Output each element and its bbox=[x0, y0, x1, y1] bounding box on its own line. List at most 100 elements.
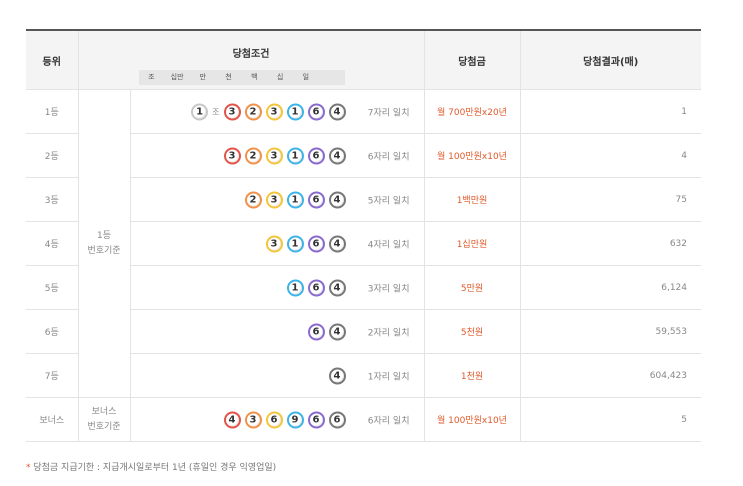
ball-group: 164 bbox=[283, 279, 346, 296]
condition-cell: 3 1 6 4 4자리 일치 bbox=[130, 221, 425, 266]
basis-cell: 보너스번호기준 bbox=[78, 397, 131, 442]
result-cell: 75 bbox=[520, 177, 701, 222]
condition-cell: 4 1자리 일치 bbox=[130, 353, 425, 398]
rank-cell: 3등 bbox=[26, 177, 79, 222]
match-count: 4자리 일치 bbox=[367, 240, 410, 250]
condition-cell: 4 3 6 9 6 6 6자리 일치 bbox=[130, 397, 425, 442]
result-cell: 1 bbox=[520, 89, 701, 134]
lottery-ball: 1 bbox=[191, 103, 209, 120]
result-cell: 59,553 bbox=[520, 309, 701, 354]
lottery-ball: 6 bbox=[307, 103, 325, 120]
lottery-ball: 4 bbox=[223, 411, 241, 428]
result-cell: 5 bbox=[520, 397, 701, 442]
lottery-ball: 1 bbox=[286, 147, 304, 164]
lottery-ball: 4 bbox=[328, 103, 346, 120]
lottery-ball: 6 bbox=[307, 323, 325, 340]
prize-cell: 5천원 bbox=[424, 309, 521, 354]
lottery-ball: 6 bbox=[307, 411, 325, 428]
lottery-ball: 6 bbox=[307, 235, 325, 252]
ball-group: 4 bbox=[325, 367, 346, 384]
lottery-ball: 6 bbox=[265, 411, 283, 428]
match-count: 6자리 일치 bbox=[367, 416, 410, 426]
prize-cell: 월 100만원x10년 bbox=[424, 133, 521, 178]
basis-line: 번호기준 bbox=[87, 245, 121, 256]
ball-group: 3164 bbox=[262, 235, 346, 252]
header-prize: 당첨금 bbox=[424, 30, 521, 90]
condition-cell: 3 2 3 1 6 4 6자리 일치 bbox=[130, 133, 425, 178]
result-cell: 6,124 bbox=[520, 265, 701, 310]
prize-cell: 월 100만원x10년 bbox=[424, 397, 521, 442]
lottery-ball: 2 bbox=[244, 103, 262, 120]
lottery-ball: 3 bbox=[223, 147, 241, 164]
result-cell: 632 bbox=[520, 221, 701, 266]
rank-cell: 2등 bbox=[26, 133, 79, 178]
rank-cell: 보너스 bbox=[26, 397, 79, 442]
lottery-ball: 4 bbox=[328, 323, 346, 340]
prize-cell: 1천원 bbox=[424, 353, 521, 398]
match-count: 6자리 일치 bbox=[367, 152, 410, 162]
lottery-ball: 1 bbox=[286, 235, 304, 252]
lottery-ball: 3 bbox=[265, 235, 283, 252]
match-count: 7자리 일치 bbox=[367, 108, 410, 118]
table-row: 1등 1등 번호기준 1 조 3 2 3 1 6 4 7자리 일치 월 700만원x20년 1 bbox=[26, 89, 701, 398]
lottery-ball: 3 bbox=[265, 191, 283, 208]
basis-cell: 1등번호기준 bbox=[78, 89, 131, 398]
match-count: 2자리 일치 bbox=[367, 328, 410, 338]
digit-label: 천 bbox=[225, 73, 232, 81]
lottery-ball: 4 bbox=[328, 367, 346, 384]
lottery-ball: 3 bbox=[265, 147, 283, 164]
lottery-ball: 4 bbox=[328, 147, 346, 164]
match-count: 1자리 일치 bbox=[367, 372, 410, 382]
prize-cell: 1백만원 bbox=[424, 177, 521, 222]
digit-label: 만 bbox=[199, 73, 207, 81]
digit-label: 조 bbox=[148, 73, 155, 81]
condition-cell: 1 6 4 3자리 일치 bbox=[130, 265, 425, 310]
rank-cell: 1등 bbox=[26, 89, 79, 134]
rank-cell: 4등 bbox=[26, 221, 79, 266]
header-condition: 당첨조건 조 십만 만 천 백 십 일 bbox=[78, 30, 425, 90]
lottery-ball: 6 bbox=[307, 279, 325, 296]
note-text: 당첨금 지급기한 : 지급개시일로부터 1년 (휴일인 경우 익영업일) bbox=[30, 463, 277, 473]
basis-line: 1등 bbox=[96, 230, 111, 241]
jo-label: 조 bbox=[212, 107, 220, 116]
lottery-ball: 4 bbox=[328, 279, 346, 296]
condition-cell: 2 3 1 6 4 5자리 일치 bbox=[130, 177, 425, 222]
digit-place-labels: 조 십만 만 천 백 십 일 bbox=[138, 70, 345, 85]
lottery-ball: 3 bbox=[265, 103, 283, 120]
digit-label: 일 bbox=[302, 73, 310, 81]
lottery-ball: 4 bbox=[328, 235, 346, 252]
rank-cell: 6등 bbox=[26, 309, 79, 354]
lottery-ball: 6 bbox=[307, 191, 325, 208]
lottery-ball: 9 bbox=[286, 411, 304, 428]
digit-label: 백 bbox=[251, 73, 258, 81]
basis-line: 번호기준 bbox=[87, 421, 121, 432]
payout-deadline-note: * 당첨금 지급기한 : 지급개시일로부터 1년 (휴일인 경우 익영업일) bbox=[26, 460, 276, 473]
lottery-ball: 2 bbox=[244, 191, 262, 208]
digit-label: 십 bbox=[276, 73, 284, 81]
lottery-ball: 1 bbox=[286, 279, 304, 296]
prize-cell: 월 700만원x20년 bbox=[424, 89, 521, 134]
match-count: 3자리 일치 bbox=[367, 284, 410, 294]
ball-group: 23164 bbox=[241, 191, 346, 208]
condition-cell: 6 4 2자리 일치 bbox=[130, 309, 425, 354]
header-condition-label: 당첨조건 bbox=[232, 49, 270, 60]
ball-group: 64 bbox=[304, 323, 346, 340]
result-cell: 4 bbox=[520, 133, 701, 178]
lottery-ball: 2 bbox=[244, 147, 262, 164]
lottery-ball: 4 bbox=[328, 191, 346, 208]
ball-group: 1조323164 bbox=[187, 103, 346, 120]
condition-cell: 1 조 3 2 3 1 6 4 7자리 일치 bbox=[130, 89, 425, 134]
ball-group: 323164 bbox=[220, 147, 346, 164]
ball-group: 436966 bbox=[220, 411, 346, 428]
rank-cell: 7등 bbox=[26, 353, 79, 398]
winning-results-table: 등위 당첨조건 조 십만 만 천 백 십 일 당첨금 당첨결과(매) 1등 1등 번… bbox=[26, 29, 701, 442]
result-cell: 604,423 bbox=[520, 353, 701, 398]
prize-cell: 5만원 bbox=[424, 265, 521, 310]
lottery-ball: 6 bbox=[328, 411, 346, 428]
header-result: 당첨결과(매) bbox=[520, 30, 701, 90]
basis-line: 보너스 bbox=[91, 406, 117, 417]
lottery-ball: 3 bbox=[244, 411, 262, 428]
digit-label: 십만 bbox=[170, 73, 184, 81]
prize-cell: 1십만원 bbox=[424, 221, 521, 266]
match-count: 5자리 일치 bbox=[367, 196, 410, 206]
